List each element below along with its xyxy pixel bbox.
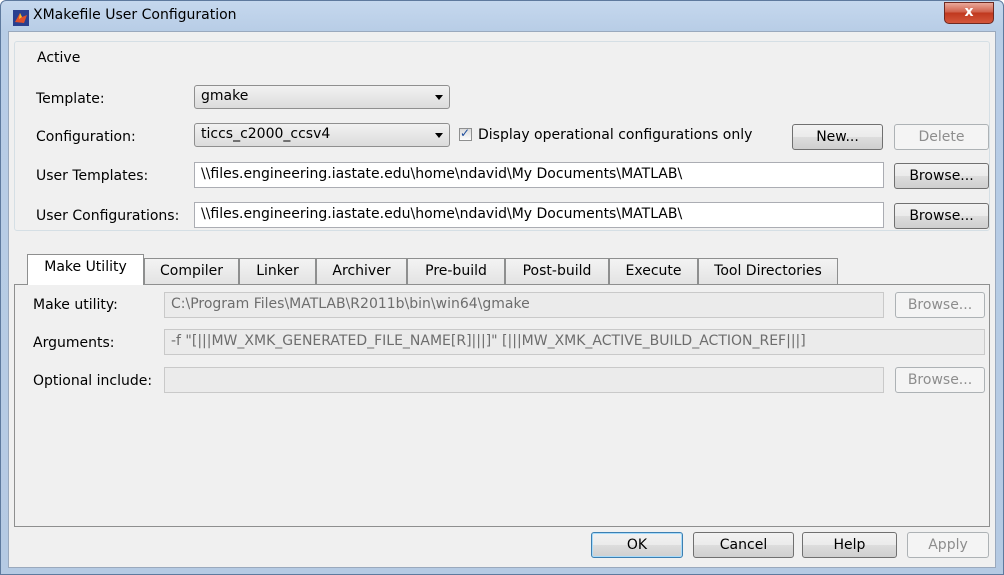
- matlab-app-icon: [13, 10, 29, 26]
- configuration-select[interactable]: ticcs_c2000_ccsv4: [194, 123, 450, 147]
- optional-include-browse-button[interactable]: Browse...: [895, 367, 985, 393]
- tab-tool-directories[interactable]: Tool Directories: [698, 258, 838, 284]
- dialog-window: XMakefile User Configuration x Active Te…: [0, 0, 1004, 575]
- new-button[interactable]: New...: [792, 124, 883, 150]
- display-operational-checkbox[interactable]: ✓: [459, 126, 472, 141]
- user-templates-browse-button[interactable]: Browse...: [894, 163, 989, 189]
- user-configurations-browse-button[interactable]: Browse...: [894, 203, 989, 229]
- user-templates-value: \\files.engineering.iastate.edu\home\nda…: [201, 166, 683, 182]
- chevron-down-icon: [435, 133, 443, 138]
- tab-pre-build[interactable]: Pre-build: [407, 258, 505, 284]
- make-utility-value: C:\Program Files\MATLAB\R2011b\bin\win64…: [171, 296, 530, 312]
- user-configurations-label: User Configurations:: [36, 208, 180, 224]
- optional-include-field[interactable]: [164, 367, 884, 393]
- configuration-select-value: ticcs_c2000_ccsv4: [201, 126, 331, 142]
- user-configurations-value: \\files.engineering.iastate.edu\home\nda…: [201, 206, 683, 222]
- arguments-field[interactable]: -f "[|||MW_XMK_GENERATED_FILE_NAME[R]|||…: [164, 329, 985, 355]
- optional-include-label: Optional include:: [33, 373, 153, 389]
- checkmark-icon: ✓: [460, 126, 471, 140]
- user-configurations-field[interactable]: \\files.engineering.iastate.edu\home\nda…: [194, 202, 884, 228]
- close-icon: x: [964, 4, 974, 20]
- chevron-down-icon: [435, 95, 443, 100]
- window-title: XMakefile User Configuration: [33, 7, 237, 23]
- active-group-legend: Active: [34, 49, 84, 67]
- make-utility-browse-button[interactable]: Browse...: [895, 292, 985, 318]
- apply-button[interactable]: Apply: [907, 532, 989, 558]
- close-button[interactable]: x: [944, 2, 994, 24]
- template-label: Template:: [36, 91, 105, 107]
- template-select[interactable]: gmake: [194, 85, 450, 109]
- configuration-label: Configuration:: [36, 129, 136, 145]
- tab-post-build[interactable]: Post-build: [505, 258, 609, 284]
- tab-linker[interactable]: Linker: [239, 258, 316, 284]
- make-utility-label: Make utility:: [33, 297, 118, 313]
- ok-button[interactable]: OK: [591, 532, 683, 558]
- user-templates-label: User Templates:: [36, 168, 149, 184]
- delete-button[interactable]: Delete: [894, 124, 989, 150]
- arguments-label: Arguments:: [33, 335, 115, 351]
- help-button[interactable]: Help: [802, 532, 897, 558]
- tab-compiler[interactable]: Compiler: [144, 258, 239, 284]
- tab-archiver[interactable]: Archiver: [316, 258, 407, 284]
- tab-execute[interactable]: Execute: [609, 258, 698, 284]
- tab-make-utility[interactable]: Make Utility: [27, 254, 144, 285]
- template-select-value: gmake: [201, 88, 249, 104]
- user-templates-field[interactable]: \\files.engineering.iastate.edu\home\nda…: [194, 162, 884, 188]
- dialog-content: Active Template: gmake Configuration: ti…: [8, 31, 996, 568]
- make-utility-panel: Make utility: C:\Program Files\MATLAB\R2…: [14, 284, 990, 527]
- make-utility-field[interactable]: C:\Program Files\MATLAB\R2011b\bin\win64…: [164, 292, 884, 318]
- arguments-value: -f "[|||MW_XMK_GENERATED_FILE_NAME[R]|||…: [171, 333, 806, 349]
- cancel-button[interactable]: Cancel: [693, 532, 794, 558]
- display-operational-label: Display operational configurations only: [478, 127, 753, 143]
- title-bar: XMakefile User Configuration x: [1, 1, 1003, 31]
